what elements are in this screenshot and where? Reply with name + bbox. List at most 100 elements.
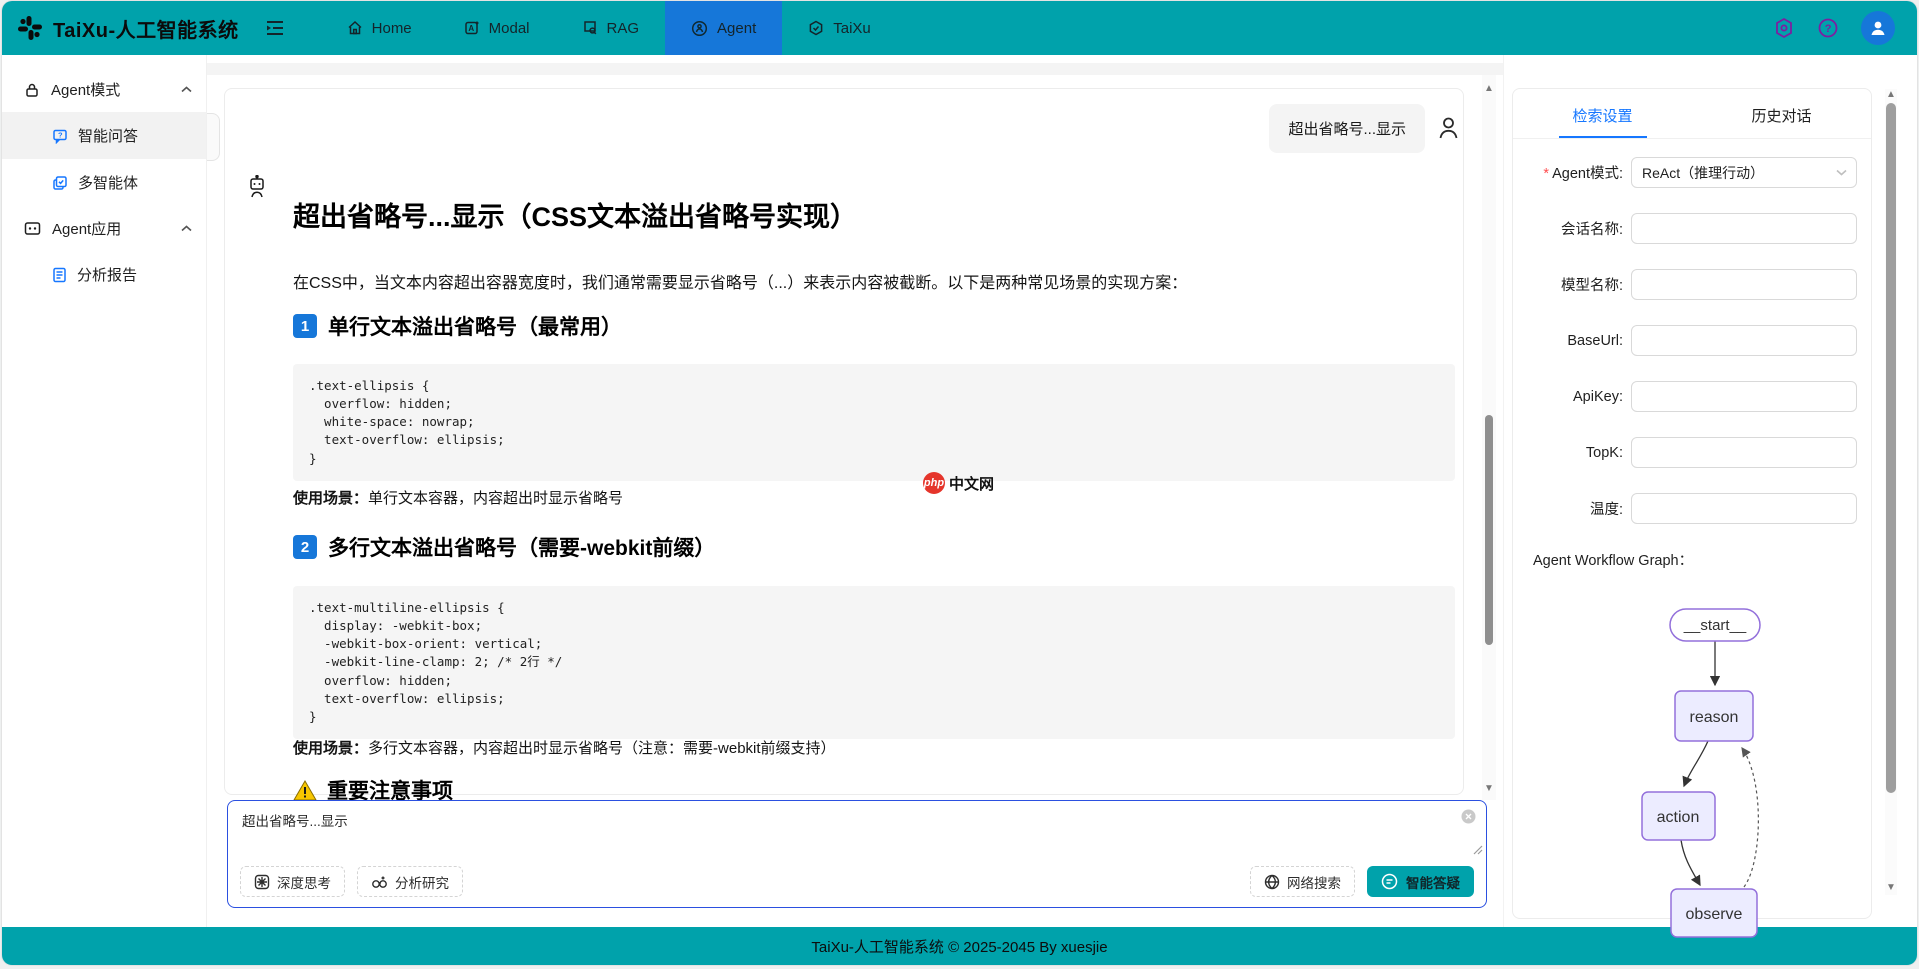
settings-scrollbar-thumb[interactable] — [1886, 103, 1896, 793]
workflow-node-reason: reason — [1690, 709, 1739, 726]
rag-icon — [582, 20, 598, 36]
sidebar-item-smart-qa[interactable]: ? 智能问答 — [2, 112, 206, 159]
smart-qa-button[interactable]: 智能答疑 — [1367, 866, 1474, 897]
topnav-actions: ? — [1773, 11, 1903, 45]
robot-app-icon — [24, 221, 41, 236]
chat-bubble-icon — [1381, 873, 1398, 890]
chat-scrollbar-thumb[interactable] — [1485, 415, 1493, 645]
section1-usage: 使用场景：单行文本容器，内容超出时显示省略号 — [293, 487, 623, 508]
baseurl-input[interactable] — [1631, 325, 1857, 356]
user-avatar-icon[interactable] — [1861, 11, 1895, 45]
topk-input[interactable] — [1631, 437, 1857, 468]
clear-icon[interactable] — [1461, 809, 1476, 824]
form-row-apikey: ApiKey: — [1513, 381, 1871, 412]
smart-qa-label: 智能答疑 — [1406, 872, 1460, 892]
sidebar-item-label: 多智能体 — [78, 172, 138, 193]
help-icon[interactable]: ? — [1817, 17, 1839, 39]
warning-icon — [293, 780, 317, 801]
main-row: Agent模式 ? 智能问答 多智能体 — [2, 55, 1917, 927]
scroll-up-icon[interactable]: ▲ — [1483, 83, 1495, 94]
workflow-graph-label: Agent Workflow Graph： — [1513, 549, 1871, 570]
nav-item-home[interactable]: Home — [321, 1, 438, 55]
nav-item-modal[interactable]: A Modal — [438, 1, 556, 55]
agent-mode-select[interactable]: ReAct（推理行动） — [1631, 157, 1857, 188]
deep-think-icon — [254, 874, 270, 890]
svg-text:A: A — [468, 24, 474, 33]
settings-gear-icon[interactable] — [1773, 17, 1795, 39]
section2-heading: 2 多行文本溢出省略号（需要-webkit前缀） — [293, 532, 715, 562]
usage-label: 使用场景： — [293, 490, 368, 507]
workflow-node-action: action — [1657, 809, 1700, 826]
robot-icon — [247, 175, 267, 199]
sidebar-section-agent-apps[interactable]: Agent应用 — [2, 206, 206, 251]
chevron-up-icon — [181, 225, 192, 232]
modal-icon: A — [464, 20, 480, 36]
sidebar-collapse-icon[interactable] — [265, 19, 285, 37]
doc-intro: 在CSS中，当文本内容超出容器宽度时，我们通常需要显示省略号（...）来表示内容… — [293, 269, 1187, 293]
composer-input[interactable]: 超出省略号...显示 — [242, 810, 1446, 830]
form-row-temperature: 温度: — [1513, 493, 1871, 524]
settings-card: 检索设置 历史对话 *Agent模式: ReAct（推理行动） — [1512, 88, 1872, 919]
php-watermark: php 中文网 — [923, 472, 994, 494]
php-logo-icon: php — [923, 472, 945, 494]
usage-text: 多行文本容器，内容超出时显示省略号（注意：需要-webkit前缀支持） — [368, 740, 836, 757]
model-name-label: 模型名称: — [1513, 274, 1631, 295]
nav-item-agent[interactable]: Agent — [665, 1, 782, 55]
agent-workflow-graph: __start__ reason action observe — [1608, 601, 1828, 949]
settings-form: *Agent模式: ReAct（推理行动） 会话名称: 模型名称 — [1513, 139, 1871, 524]
sidebar-item-multi-agent[interactable]: 多智能体 — [2, 159, 206, 206]
globe-icon — [1264, 874, 1280, 890]
agent-mode-value: ReAct（推理行动） — [1642, 163, 1764, 183]
main-menu: Home A Modal RAG Agent — [321, 1, 897, 55]
sidebar-item-label: 智能问答 — [78, 125, 138, 146]
scroll-up-icon[interactable]: ▲ — [1885, 89, 1897, 100]
form-row-session-name: 会话名称: — [1513, 213, 1871, 244]
form-row-agent-mode: *Agent模式: ReAct（推理行动） — [1513, 157, 1871, 188]
session-name-label: 会话名称: — [1513, 218, 1631, 239]
apikey-input[interactable] — [1631, 381, 1857, 412]
footer-text: TaiXu-人工智能系统 © 2025-2045 By xuesjie — [811, 936, 1107, 957]
web-search-button[interactable]: 网络搜索 — [1250, 866, 1355, 897]
app-window: TaiXu-人工智能系统 Home A Modal — [2, 1, 1917, 965]
chat-area: 超出省略号...显示 超出省略号...显示（CSS文本溢出省略号实现） 在CSS… — [207, 55, 1503, 927]
nav-item-taixu[interactable]: TaiXu — [782, 1, 897, 55]
chat-scrollbar[interactable]: ▲ ▼ — [1482, 75, 1496, 800]
code-block-single-line: .text-ellipsis { overflow: hidden; white… — [293, 364, 1455, 481]
sidebar-section-agent-mode[interactable]: Agent模式 — [2, 67, 206, 112]
workflow-node-observe: observe — [1686, 906, 1743, 923]
section1-title: 单行文本溢出省略号（最常用） — [328, 311, 622, 341]
settings-scrollbar[interactable]: ▲ ▼ — [1885, 89, 1897, 895]
conversation-card: 超出省略号...显示 超出省略号...显示（CSS文本溢出省略号实现） 在CSS… — [224, 88, 1464, 795]
sidebar: Agent模式 ? 智能问答 多智能体 — [2, 55, 207, 927]
tab-retrieval-settings[interactable]: 检索设置 — [1513, 105, 1692, 138]
watermark-text: 中文网 — [949, 473, 994, 494]
multi-agent-icon — [52, 175, 68, 191]
agent-icon — [691, 20, 708, 37]
analyze-icon — [371, 874, 388, 890]
scroll-down-icon[interactable]: ▼ — [1483, 783, 1495, 794]
tab-history-chat[interactable]: 历史对话 — [1692, 105, 1871, 138]
taixu-icon — [808, 20, 824, 36]
analyze-label: 分析研究 — [395, 872, 449, 892]
form-row-model-name: 模型名称: — [1513, 269, 1871, 300]
sidebar-item-label: 分析报告 — [77, 264, 137, 285]
temperature-input[interactable] — [1631, 493, 1857, 524]
analyze-button[interactable]: 分析研究 — [357, 866, 463, 897]
model-name-input[interactable] — [1631, 269, 1857, 300]
deep-think-button[interactable]: 深度思考 — [240, 866, 345, 897]
scroll-down-icon[interactable]: ▼ — [1885, 882, 1897, 893]
temperature-label: 温度: — [1513, 498, 1631, 519]
home-icon — [347, 20, 363, 36]
report-doc-icon — [52, 267, 67, 283]
form-row-baseurl: BaseUrl: — [1513, 325, 1871, 356]
sidebar-item-analysis-report[interactable]: 分析报告 — [2, 251, 206, 298]
composer-toolbar: 深度思考 分析研究 网络搜索 — [240, 866, 1474, 897]
section2-usage: 使用场景：多行文本容器，内容超出时显示省略号（注意：需要-webkit前缀支持） — [293, 737, 836, 758]
message-composer: 超出省略号...显示 深度思考 — [227, 800, 1487, 908]
panel-collapse-handle[interactable] — [207, 113, 220, 161]
required-asterisk: * — [1543, 166, 1549, 182]
resize-handle-icon[interactable] — [1473, 845, 1483, 855]
session-name-input[interactable] — [1631, 213, 1857, 244]
section1-number-badge: 1 — [293, 314, 317, 338]
nav-item-rag[interactable]: RAG — [556, 1, 666, 55]
